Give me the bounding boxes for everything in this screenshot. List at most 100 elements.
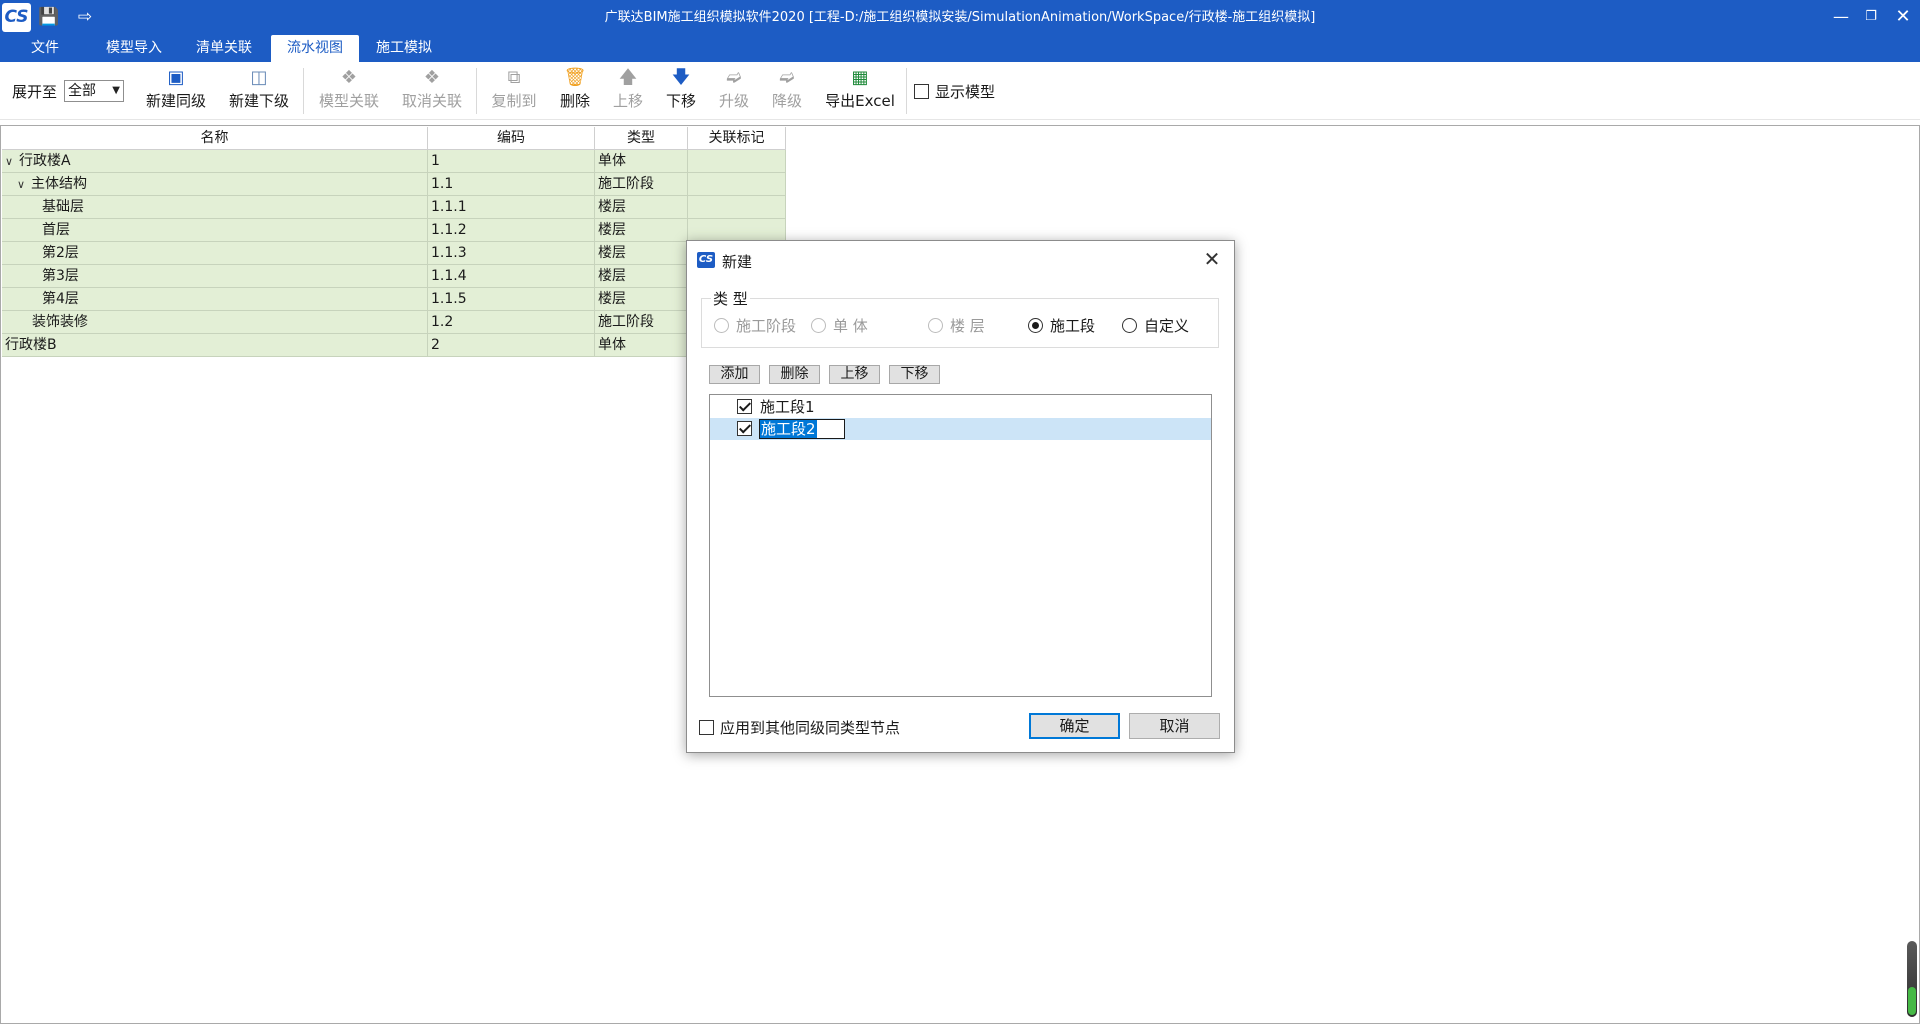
move-up-label: 上移 (612, 92, 643, 110)
name-cell: 行政楼B (2, 334, 428, 357)
model-link-label: 模型关联 (318, 92, 379, 110)
new-child-button[interactable]: ◫ 新建下级 (228, 66, 290, 116)
ribbon-separator (906, 68, 907, 114)
rename-input[interactable]: 施工段2 (759, 419, 845, 439)
table-row[interactable]: 首层 1.1.2 楼层 (2, 219, 786, 242)
table-row[interactable]: ∨ 主体结构 1.1 施工阶段 (2, 173, 786, 196)
mark-cell (688, 150, 786, 173)
expand-level-value: 全部 (68, 83, 96, 99)
table-row[interactable]: ∨ 行政楼A 1 单体 (2, 150, 786, 173)
new-sibling-label: 新建同级 (146, 92, 207, 110)
downgrade-icon: ➫ (779, 67, 795, 88)
table-row[interactable]: 第4层 1.1.5 楼层 (2, 288, 786, 311)
apply-to-siblings-label: 应用到其他同级同类型节点 (720, 719, 901, 737)
radio-custom[interactable]: 自定义 (1122, 315, 1189, 336)
new-sibling-button[interactable]: ▣ 新建同级 (146, 66, 206, 116)
arrow-down-icon: 🡇 (671, 67, 691, 88)
column-header-code[interactable]: 编码 (428, 127, 595, 150)
expand-level-select[interactable]: 全部 ▼ (64, 80, 124, 102)
checkbox-checked-icon[interactable] (737, 399, 752, 414)
export-excel-button[interactable]: ▦ 导出Excel (822, 66, 898, 116)
table-row[interactable]: 第3层 1.1.4 楼层 (2, 265, 786, 288)
grid-header: 名称 编码 类型 关联标记 (2, 127, 786, 150)
show-model-checkbox[interactable]: 显示模型 (914, 81, 995, 102)
model-link-button[interactable]: ❖ 模型关联 (318, 66, 380, 116)
ribbon-separator (476, 68, 477, 114)
downgrade-label: 降级 (771, 92, 802, 110)
checkbox-icon (699, 720, 714, 735)
dialog-title-bar[interactable]: CS 新建 ✕ (687, 241, 1234, 279)
app-logo-icon: CS (697, 252, 715, 268)
excel-icon: ▦ (851, 67, 869, 88)
name-cell: 第3层 (2, 265, 428, 288)
code-cell: 1 (428, 150, 595, 173)
ribbon-separator (303, 68, 304, 114)
cancel-link-button[interactable]: ❖ 取消关联 (401, 66, 463, 116)
radio-icon (928, 318, 943, 333)
mark-cell (688, 196, 786, 219)
list-item[interactable]: 施工段1 (710, 396, 1211, 418)
type-cell: 楼层 (595, 265, 688, 288)
copy-to-button[interactable]: ⧉ 复制到 (490, 66, 538, 116)
radio-floor[interactable]: 楼 层 (928, 315, 985, 336)
radio-unit[interactable]: 单 体 (811, 315, 868, 336)
downgrade-button[interactable]: ➫ 降级 (768, 66, 806, 116)
close-icon[interactable]: ✕ (1200, 247, 1224, 271)
move-down-button[interactable]: 🡇 下移 (662, 66, 700, 116)
add-button[interactable]: 添加 (709, 365, 760, 384)
expand-label: 展开至 (12, 83, 58, 101)
radio-label: 楼 层 (950, 317, 985, 335)
tab-flow-view[interactable]: 流水视图 (271, 35, 359, 62)
copy-icon: ⧉ (507, 67, 521, 88)
tab-model-import[interactable]: 模型导入 (98, 35, 170, 62)
column-header-name[interactable]: 名称 (2, 127, 428, 150)
radio-construction-stage[interactable]: 施工阶段 (714, 315, 796, 336)
checkbox-checked-icon[interactable] (737, 421, 752, 436)
cancel-button[interactable]: 取消 (1129, 713, 1220, 739)
move-down-item-button[interactable]: 下移 (889, 365, 940, 384)
title-bar: CS 💾 ⇨ 广联达BIM施工组织模拟软件2020 [工程-D:/施工组织模拟安… (0, 0, 1920, 35)
code-cell: 1.1 (428, 173, 595, 196)
radio-icon (811, 318, 826, 333)
name-cell: 基础层 (2, 196, 428, 219)
ok-button[interactable]: 确定 (1029, 713, 1120, 739)
tab-file[interactable]: 文件 (20, 35, 70, 62)
list-item-selected[interactable]: 施工段2 (710, 418, 1211, 440)
checkbox-icon (914, 84, 929, 99)
delete-label: 删除 (559, 92, 590, 110)
move-up-button[interactable]: 🡅 上移 (609, 66, 647, 116)
radio-construction-section[interactable]: 施工段 (1028, 315, 1095, 336)
export-excel-label: 导出Excel (825, 92, 895, 110)
table-row[interactable]: 第2层 1.1.3 楼层 (2, 242, 786, 265)
move-up-item-button[interactable]: 上移 (829, 365, 880, 384)
table-row[interactable]: 行政楼B 2 单体 (2, 334, 786, 357)
code-cell: 1.1.4 (428, 265, 595, 288)
delete-button[interactable]: 🗑 删除 (556, 66, 594, 116)
section-list: 施工段1 施工段2 (709, 394, 1212, 697)
type-cell: 楼层 (595, 242, 688, 265)
column-header-type[interactable]: 类型 (595, 127, 688, 150)
tab-construction-sim[interactable]: 施工模拟 (368, 35, 440, 62)
type-group-label: 类 型 (711, 288, 750, 309)
side-scroll-indicator[interactable] (1907, 941, 1917, 1017)
table-row[interactable]: 装饰装修 1.2 施工阶段 (2, 311, 786, 334)
close-icon[interactable]: ✕ (1891, 5, 1915, 29)
ribbon-toolbar: 展开至 全部 ▼ ▣ 新建同级 ◫ 新建下级 ❖ 模型关联 ❖ 取消关联 ⧉ 复… (0, 62, 1920, 120)
chevron-down-icon[interactable]: ∨ (5, 151, 19, 173)
table-row[interactable]: 基础层 1.1.1 楼层 (2, 196, 786, 219)
type-cell: 单体 (595, 150, 688, 173)
minimize-icon[interactable]: — (1829, 5, 1853, 29)
type-group: 施工阶段 单 体 楼 层 施工段 自定义 (701, 298, 1219, 348)
restore-icon[interactable]: ❐ (1859, 5, 1883, 29)
upgrade-button[interactable]: ➫ 升级 (715, 66, 753, 116)
radio-label: 施工阶段 (736, 317, 797, 335)
radio-icon (714, 318, 729, 333)
menu-bar: 文件 模型导入 清单关联 流水视图 施工模拟 (0, 35, 1920, 62)
show-model-label: 显示模型 (935, 83, 996, 101)
tab-bill-link[interactable]: 清单关联 (188, 35, 260, 62)
apply-to-siblings-checkbox[interactable]: 应用到其他同级同类型节点 (699, 717, 900, 738)
column-header-link-mark[interactable]: 关联标记 (688, 127, 786, 150)
chevron-down-icon[interactable]: ∨ (17, 174, 31, 196)
code-cell: 1.1.3 (428, 242, 595, 265)
delete-item-button[interactable]: 删除 (769, 365, 820, 384)
